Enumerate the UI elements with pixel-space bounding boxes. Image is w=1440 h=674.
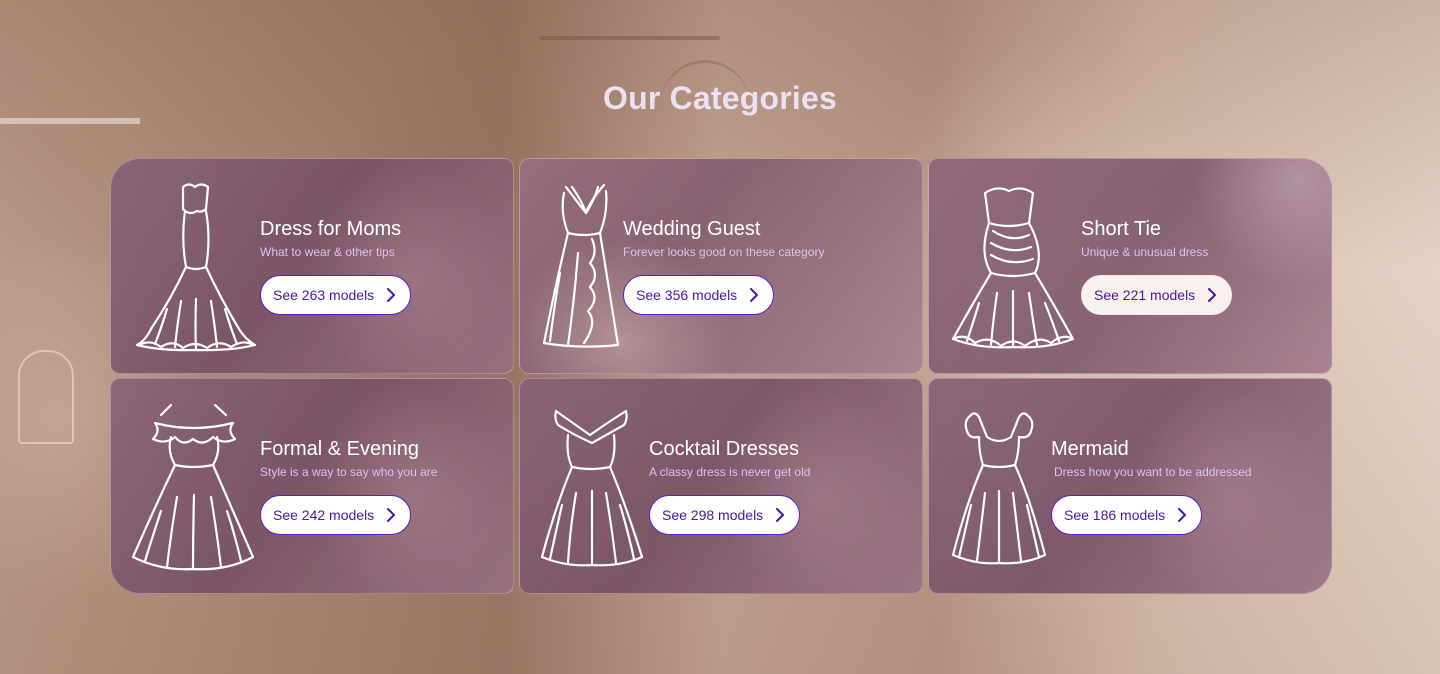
background-clothes-rail xyxy=(540,36,720,40)
category-card-mermaid[interactable]: Mermaid Dress how you want to be address… xyxy=(928,378,1332,594)
category-info: Formal & Evening Style is a way to say w… xyxy=(260,437,437,535)
category-title: Wedding Guest xyxy=(623,218,761,240)
chevron-right-icon xyxy=(387,508,396,522)
category-card-short-tie[interactable]: Short Tie Unique & unusual dress See 221… xyxy=(928,158,1332,374)
see-models-label: See 263 models xyxy=(273,287,375,303)
see-models-label: See 298 models xyxy=(662,507,764,523)
category-card-formal-evening[interactable]: Formal & Evening Style is a way to say w… xyxy=(110,378,514,594)
category-title: Mermaid xyxy=(1051,438,1129,460)
category-info: Cocktail Dresses A classy dress is never… xyxy=(649,437,810,535)
see-models-label: See 356 models xyxy=(636,287,738,303)
category-title: Dress for Moms xyxy=(260,218,402,240)
chevron-right-icon xyxy=(387,288,396,302)
mermaid-gown-icon xyxy=(131,179,261,355)
chevron-right-icon xyxy=(1178,508,1187,522)
category-card-dress-for-moms[interactable]: Dress for Moms What to wear & other tips… xyxy=(110,158,514,374)
see-models-button[interactable]: See 356 models xyxy=(623,275,775,315)
strapless-short-dress-icon xyxy=(949,183,1079,351)
background-birdcage xyxy=(18,350,74,444)
category-subtitle: Style is a way to say who you are xyxy=(260,465,438,479)
category-subtitle: Unique & unusual dress xyxy=(1081,245,1209,259)
off-shoulder-ruffle-dress-icon xyxy=(131,401,256,573)
chevron-right-icon xyxy=(1208,288,1217,302)
cap-sleeve-dress-icon xyxy=(949,409,1049,565)
chevron-right-icon xyxy=(750,288,759,302)
background-shelf xyxy=(0,118,140,124)
see-models-button[interactable]: See 242 models xyxy=(260,495,412,535)
see-models-label: See 242 models xyxy=(273,507,375,523)
category-title: Short Tie xyxy=(1081,218,1162,240)
category-title: Cocktail Dresses xyxy=(649,438,800,460)
section-title: Our Categories xyxy=(603,80,837,116)
category-info: Short Tie Unique & unusual dress See 221… xyxy=(1081,217,1233,315)
see-models-button[interactable]: See 221 models xyxy=(1081,275,1233,315)
category-subtitle: A classy dress is never get old xyxy=(649,465,811,479)
category-subtitle: What to wear & other tips xyxy=(260,245,395,259)
category-subtitle: Forever looks good on these category xyxy=(623,245,825,259)
category-info: Mermaid Dress how you want to be address… xyxy=(1051,437,1251,535)
category-info: Wedding Guest Forever looks good on thes… xyxy=(623,217,824,315)
see-models-label: See 221 models xyxy=(1094,287,1196,303)
off-shoulder-cocktail-dress-icon xyxy=(540,405,644,569)
category-subtitle: Dress how you want to be addressed xyxy=(1054,465,1252,479)
see-models-label: See 186 models xyxy=(1064,507,1166,523)
category-info: Dress for Moms What to wear & other tips… xyxy=(260,217,412,315)
category-card-cocktail-dresses[interactable]: Cocktail Dresses A classy dress is never… xyxy=(519,378,923,594)
category-card-wedding-guest[interactable]: Wedding Guest Forever looks good on thes… xyxy=(519,158,923,374)
see-models-button[interactable]: See 298 models xyxy=(649,495,801,535)
category-title: Formal & Evening xyxy=(260,438,419,460)
chevron-right-icon xyxy=(776,508,785,522)
see-models-button[interactable]: See 186 models xyxy=(1051,495,1203,535)
see-models-button[interactable]: See 263 models xyxy=(260,275,412,315)
